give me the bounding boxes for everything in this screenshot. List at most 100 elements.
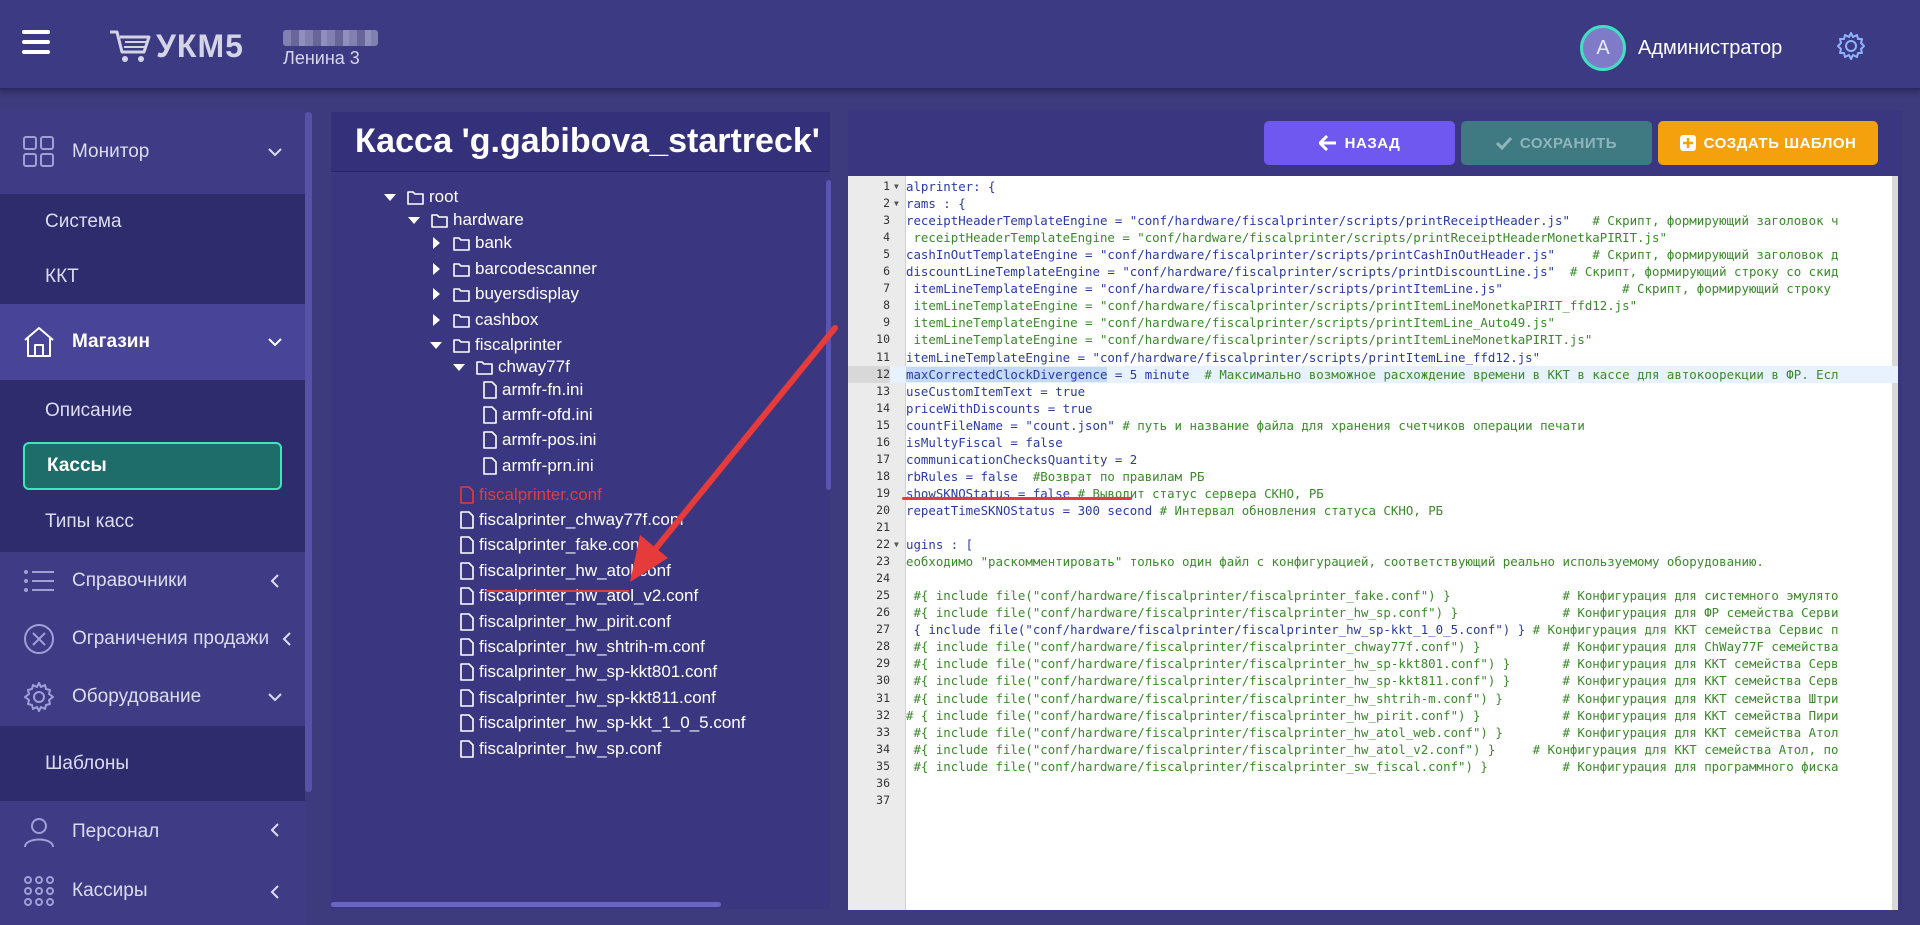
code-line[interactable]: 3 receiptHeaderTemplateEngine = "conf/har… xyxy=(848,212,1898,229)
nav-item-kkt[interactable]: ККТ xyxy=(0,249,305,304)
code-line[interactable]: 32 # { include file("conf/hardware/fiscal… xyxy=(848,707,1898,724)
sidebar-scrollbar[interactable] xyxy=(305,112,312,792)
logo[interactable]: УКМ5 xyxy=(108,26,244,66)
chevron-left-icon xyxy=(282,632,291,646)
code-line[interactable]: 35 #{ include file("conf/hardware/fiscal… xyxy=(848,758,1898,775)
code-line[interactable]: 29 #{ include file("conf/hardware/fiscal… xyxy=(848,655,1898,672)
nav-item-templates[interactable]: Шаблоны xyxy=(0,736,305,791)
code-line[interactable]: 10 itemLineTemplateEngine = "conf/hardwa… xyxy=(848,331,1898,348)
tree-file[interactable]: armfr-fn.ini xyxy=(483,377,583,403)
fold-toggle-icon[interactable]: ▼ xyxy=(894,178,899,195)
nav-item-cashboxes[interactable]: Кассы xyxy=(23,442,282,490)
store-selector[interactable]: Ленина 3 xyxy=(283,30,378,69)
code-line[interactable]: 7 itemLineTemplateEngine = "conf/hardwar… xyxy=(848,280,1898,297)
code-line[interactable]: 37 xyxy=(848,792,1898,809)
code-line[interactable]: 12 maxCorrectedClockDivergence = 5 minute… xyxy=(848,365,1898,383)
code-line[interactable]: 17 communicationChecksQuantity = 2 xyxy=(848,451,1898,468)
tree-file[interactable]: fiscalprinter.conf xyxy=(460,482,602,508)
caret-down-icon[interactable] xyxy=(383,190,397,204)
code-line[interactable]: 9 itemLineTemplateEngine = "conf/hardwar… xyxy=(848,314,1898,331)
code-line[interactable]: 8 itemLineTemplateEngine = "conf/hardwar… xyxy=(848,297,1898,314)
nav-shop[interactable]: Магазин xyxy=(0,304,305,380)
line-number: 37 xyxy=(876,792,890,807)
tree-file[interactable]: fiscalprinter_hw_pirit.conf xyxy=(460,609,671,635)
tree-file[interactable]: fiscalprinter_hw_atol.conf xyxy=(460,558,671,584)
code-line[interactable]: 11 itemLineTemplateEngine = "conf/hardwar… xyxy=(848,349,1898,366)
nav-cashiers-label: Кассиры xyxy=(72,880,148,901)
gear-icon[interactable] xyxy=(1836,31,1866,61)
nav-equipment[interactable]: Оборудование xyxy=(0,668,305,726)
code-line[interactable]: 18 rbRules = false #Возврат по правилам Р… xyxy=(848,468,1898,485)
nav-monitor[interactable]: Монитор xyxy=(0,110,305,194)
tree-folder[interactable]: bank xyxy=(429,230,512,256)
code-line[interactable]: 26 #{ include file("conf/hardware/fiscal… xyxy=(848,604,1898,621)
code-line[interactable]: 22 ▼ ugins : [ xyxy=(848,536,1898,553)
code-line[interactable]: 28 #{ include file("conf/hardware/fiscal… xyxy=(848,638,1898,655)
save-button[interactable]: СОХРАНИТЬ xyxy=(1461,121,1652,165)
code-line[interactable]: 13 useCustomItemText = true xyxy=(848,383,1898,400)
code-line[interactable]: 30 #{ include file("conf/hardware/fiscal… xyxy=(848,672,1898,689)
caret-down-icon[interactable] xyxy=(452,360,466,374)
user-menu[interactable]: А Администратор xyxy=(1580,25,1782,71)
code-line[interactable]: 21 xyxy=(848,519,1898,536)
code-line[interactable]: 27 { include file("conf/hardware/fiscalp… xyxy=(848,621,1898,638)
create-template-button[interactable]: СОЗДАТЬ ШАБЛОН xyxy=(1658,121,1878,165)
code-line[interactable]: 15 countFileName = "count.json" # путь и … xyxy=(848,417,1898,434)
code-editor[interactable]: 1 ▼ alprinter: {2 ▼ rams : {3 receiptHeaderTe… xyxy=(848,176,1898,910)
code-line[interactable]: 5 cashInOutTemplateEngine = "conf/hardwar… xyxy=(848,246,1898,263)
caret-right-icon[interactable] xyxy=(429,287,443,301)
code-line[interactable]: 20 repeatTimeSKNOStatus = 300 second # Ин… xyxy=(848,502,1898,519)
code-text: rams : { xyxy=(906,196,966,212)
tree-folder[interactable]: cashbox xyxy=(429,307,538,333)
nav-restrictions[interactable]: Ограничения продажи xyxy=(0,610,305,668)
tree-horizontal-scrollbar[interactable] xyxy=(331,902,721,907)
hamburger-icon[interactable] xyxy=(22,30,50,54)
tree-file[interactable]: fiscalprinter_chway77f.conf xyxy=(460,507,684,533)
tree-folder[interactable]: buyersdisplay xyxy=(429,281,579,307)
tree-file[interactable]: fiscalprinter_hw_atol_v2.conf xyxy=(460,583,698,609)
tree-file[interactable]: fiscalprinter_hw_sp-kkt801.conf xyxy=(460,659,717,685)
caret-down-icon[interactable] xyxy=(429,338,443,352)
tree-folder[interactable]: barcodescanner xyxy=(429,256,597,282)
code-line[interactable]: 2 ▼ rams : { xyxy=(848,195,1898,212)
nav-item-system[interactable]: Система xyxy=(0,194,305,249)
tree-node-label: fiscalprinter_hw_sp-kkt_1_0_5.conf xyxy=(479,713,746,732)
tree-file[interactable]: armfr-prn.ini xyxy=(483,453,594,479)
nav-item-cashbox-types[interactable]: Типы касс xyxy=(0,494,305,549)
code-line[interactable]: 6 discountLineTemplateEngine = "conf/hard… xyxy=(848,263,1898,280)
tree-vertical-scrollbar[interactable] xyxy=(826,180,831,490)
code-line[interactable]: 31 #{ include file("conf/hardware/fiscal… xyxy=(848,690,1898,707)
caret-right-icon[interactable] xyxy=(429,313,443,327)
nav-item-description[interactable]: Описание xyxy=(0,383,305,438)
tree-file[interactable]: fiscalprinter_hw_sp-kkt_1_0_5.conf xyxy=(460,710,745,736)
nav-cashiers[interactable]: Кассиры xyxy=(0,863,305,919)
code-line[interactable]: 36 xyxy=(848,775,1898,792)
line-number: 11 xyxy=(876,349,890,364)
code-line[interactable]: 23 еобходимо "раскомментировать" только о… xyxy=(848,553,1898,570)
code-text: #{ include file("conf/hardware/fiscalpri… xyxy=(906,588,1839,604)
back-button[interactable]: НАЗАД xyxy=(1264,121,1455,165)
code-line[interactable]: 34 #{ include file("conf/hardware/fiscal… xyxy=(848,741,1898,758)
code-text: еобходимо "раскомментировать" только оди… xyxy=(906,554,1764,570)
caret-right-icon[interactable] xyxy=(429,236,443,250)
code-line[interactable]: 16 isMultyFiscal = false xyxy=(848,434,1898,451)
fold-toggle-icon[interactable]: ▼ xyxy=(894,195,899,212)
tree-file[interactable]: fiscalprinter_fake.conf xyxy=(460,532,644,558)
caret-right-icon[interactable] xyxy=(429,262,443,276)
line-number: 16 xyxy=(876,434,890,449)
tree-file[interactable]: fiscalprinter_hw_sp-kkt811.conf xyxy=(460,685,716,711)
code-line[interactable]: 25 #{ include file("conf/hardware/fiscal… xyxy=(848,587,1898,604)
fold-toggle-icon[interactable]: ▼ xyxy=(894,536,899,553)
tree-file[interactable]: fiscalprinter_hw_shtrih-m.conf xyxy=(460,634,705,660)
tree-file[interactable]: armfr-ofd.ini xyxy=(483,402,593,428)
code-line[interactable]: 1 ▼ alprinter: { xyxy=(848,178,1898,195)
nav-staff[interactable]: Персонал xyxy=(0,801,305,863)
tree-file[interactable]: armfr-pos.ini xyxy=(483,427,596,453)
code-line[interactable]: 4 receiptHeaderTemplateEngine = "conf/ha… xyxy=(848,229,1898,246)
code-line[interactable]: 24 xyxy=(848,570,1898,587)
code-line[interactable]: 33 #{ include file("conf/hardware/fiscal… xyxy=(848,724,1898,741)
code-line[interactable]: 14 priceWithDiscounts = true xyxy=(848,400,1898,417)
nav-references[interactable]: Справочники xyxy=(0,552,305,610)
caret-down-icon[interactable] xyxy=(407,213,421,227)
tree-file[interactable]: fiscalprinter_hw_sp.conf xyxy=(460,736,661,762)
